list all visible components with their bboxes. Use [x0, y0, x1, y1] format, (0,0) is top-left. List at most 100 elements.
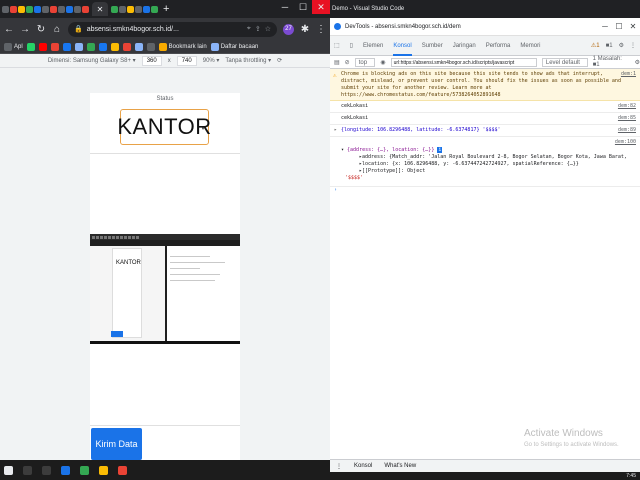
minimize-icon[interactable]: ─ — [598, 18, 612, 36]
warning-count-badge[interactable]: ⚠1 — [591, 42, 600, 49]
bookmark-reading-list[interactable]: Daftar bacaan — [210, 42, 258, 51]
star-icon[interactable]: ☆ — [265, 25, 271, 33]
bookmark-icon[interactable] — [86, 42, 95, 51]
tab-console[interactable]: Konsol — [393, 36, 412, 56]
width-input[interactable]: 360 — [141, 55, 162, 66]
taskbar-app-icon[interactable] — [42, 465, 51, 475]
source-link[interactable]: dem:100 — [615, 139, 636, 146]
bookmark-icon[interactable] — [122, 42, 131, 51]
bookmark-icon[interactable] — [146, 42, 155, 51]
tab-favicon-icon[interactable] — [58, 5, 65, 13]
clear-console-icon[interactable]: ⊘ — [345, 59, 350, 66]
inspect-icon[interactable]: ⬚ — [334, 42, 340, 49]
bookmark-other[interactable]: Bookmark lain — [158, 42, 207, 51]
throttle-select[interactable]: Tanpa throttling ▾ — [225, 57, 271, 64]
object-header[interactable]: ▾ {address: {…}, location: {…}} i — [341, 147, 626, 154]
bookmark-icon[interactable] — [110, 42, 119, 51]
issue-count-badge[interactable]: ■1 — [606, 43, 613, 49]
drawer-tab-console[interactable]: Konsol — [354, 463, 372, 469]
taskbar-app-icon[interactable] — [80, 465, 89, 475]
youtube-icon[interactable] — [38, 42, 47, 51]
send-data-button[interactable]: Kirim Data — [91, 428, 142, 460]
extensions-icon[interactable]: ✱ — [300, 24, 310, 35]
active-tab-close-icon[interactable]: ✕ — [92, 2, 108, 16]
rotate-icon[interactable]: ⟳ — [277, 57, 282, 64]
issues-link[interactable]: 1 Masalah: ■1 — [593, 56, 630, 68]
reload-icon[interactable]: ↻ — [36, 24, 46, 35]
log-level-select[interactable]: Level default ▾ — [541, 57, 588, 74]
tab-favicon-icon[interactable] — [127, 5, 134, 13]
tab-elements[interactable]: Elemen — [363, 36, 383, 56]
tab-memory[interactable]: Memori — [520, 36, 540, 56]
source-link[interactable]: dem:89 — [618, 127, 636, 134]
drawer-menu-icon[interactable]: ⋮ — [336, 463, 342, 470]
tab-favicon-icon[interactable] — [34, 5, 41, 13]
source-link[interactable]: dem:85 — [618, 115, 636, 122]
start-icon[interactable] — [4, 465, 13, 475]
minimize-icon[interactable]: ─ — [276, 0, 294, 14]
device-select[interactable]: Dimensi: Samsung Galaxy S8+ ▾ — [48, 57, 136, 64]
tab-favicon-icon[interactable] — [135, 5, 142, 13]
extension-badge-icon[interactable]: 27 — [283, 23, 294, 35]
menu-icon[interactable]: ⋮ — [316, 24, 326, 35]
location-icon[interactable]: ⌖ — [247, 25, 251, 33]
object-property[interactable]: ▸[[Prototype]]: Object — [341, 168, 626, 175]
eye-icon[interactable]: ◉ — [380, 59, 385, 66]
share-icon[interactable]: ⇪ — [255, 25, 261, 33]
console-filter-input[interactable]: url:https://absensi.smkn4bogor.sch.id/sc… — [390, 57, 537, 67]
bookmark-icon[interactable] — [74, 42, 83, 51]
maximize-icon[interactable]: ☐ — [294, 0, 312, 14]
tab-favicon-icon[interactable] — [82, 5, 89, 13]
zoom-select[interactable]: 90% ▾ — [203, 57, 220, 64]
facebook-icon[interactable] — [62, 42, 71, 51]
home-icon[interactable]: ⌂ — [52, 24, 62, 35]
collapse-triangle-icon[interactable]: ▾ — [341, 147, 344, 153]
tab-favicon-icon[interactable] — [26, 5, 33, 13]
tab-favicon-icon[interactable] — [42, 5, 49, 13]
back-icon[interactable]: ← — [4, 24, 14, 35]
tab-favicon-icon[interactable] — [50, 5, 57, 13]
taskbar-app-icon[interactable] — [118, 465, 127, 475]
tab-favicon-icon[interactable] — [111, 5, 118, 13]
expand-triangle-icon[interactable]: ▸ — [334, 127, 337, 134]
tab-favicon-icon[interactable] — [119, 5, 126, 13]
tab-favicon-icon[interactable] — [18, 5, 25, 13]
maximize-icon[interactable]: ☐ — [612, 18, 626, 36]
status-select[interactable]: KANTOR ▾ — [117, 109, 211, 145]
object-property[interactable]: ▸location: {x: 106.8296488, y: -6.637447… — [341, 161, 626, 168]
address-bar[interactable]: 🔒 absensi.smkn4bogor.sch.id/... ⌖ ⇪ ☆ — [68, 21, 277, 37]
tab-favicon-icon[interactable] — [151, 5, 158, 13]
tab-sources[interactable]: Sumber — [422, 36, 443, 56]
taskbar-app-icon[interactable] — [23, 465, 32, 475]
taskbar-app-icon[interactable] — [99, 465, 108, 475]
tab-favicon-icon[interactable] — [74, 5, 81, 13]
forward-icon[interactable]: → — [20, 24, 30, 35]
console-prompt[interactable]: › — [330, 187, 640, 193]
tab-performance[interactable]: Performa — [486, 36, 511, 56]
gmail-icon[interactable] — [50, 42, 59, 51]
context-select[interactable]: top ▾ — [354, 57, 376, 74]
close-icon[interactable]: ✕ — [312, 0, 330, 14]
settings-icon[interactable]: ⚙ — [619, 42, 624, 49]
tab-favicon-icon[interactable] — [10, 5, 17, 13]
close-icon[interactable]: ✕ — [626, 18, 640, 36]
height-input[interactable]: 740 — [176, 55, 197, 66]
bookmark-apps[interactable]: Apl — [4, 42, 23, 51]
more-icon[interactable]: ⋮ — [630, 42, 636, 49]
tab-favicon-icon[interactable] — [2, 5, 9, 13]
source-link[interactable]: dem:82 — [618, 103, 636, 110]
taskbar-app-icon[interactable] — [61, 465, 70, 475]
tab-favicon-icon[interactable] — [143, 5, 150, 13]
source-link[interactable]: dem:1 — [621, 71, 636, 78]
tab-network[interactable]: Jaringan — [453, 36, 476, 56]
object-property[interactable]: ▸address: {Match_addr: 'Jalan Royal Boul… — [341, 154, 626, 161]
whatsapp-icon[interactable] — [26, 42, 35, 51]
tab-favicon-icon[interactable] — [66, 5, 73, 13]
console-settings-icon[interactable]: ⚙ — [635, 59, 640, 66]
sidebar-icon[interactable]: ▤ — [334, 59, 340, 66]
facebook-icon[interactable] — [98, 42, 107, 51]
device-toggle-icon[interactable]: ▯ — [350, 42, 353, 49]
bookmark-icon[interactable] — [134, 42, 143, 51]
drawer-tab-whats-new[interactable]: What's New — [384, 463, 416, 469]
new-tab-icon[interactable]: + — [163, 3, 169, 15]
